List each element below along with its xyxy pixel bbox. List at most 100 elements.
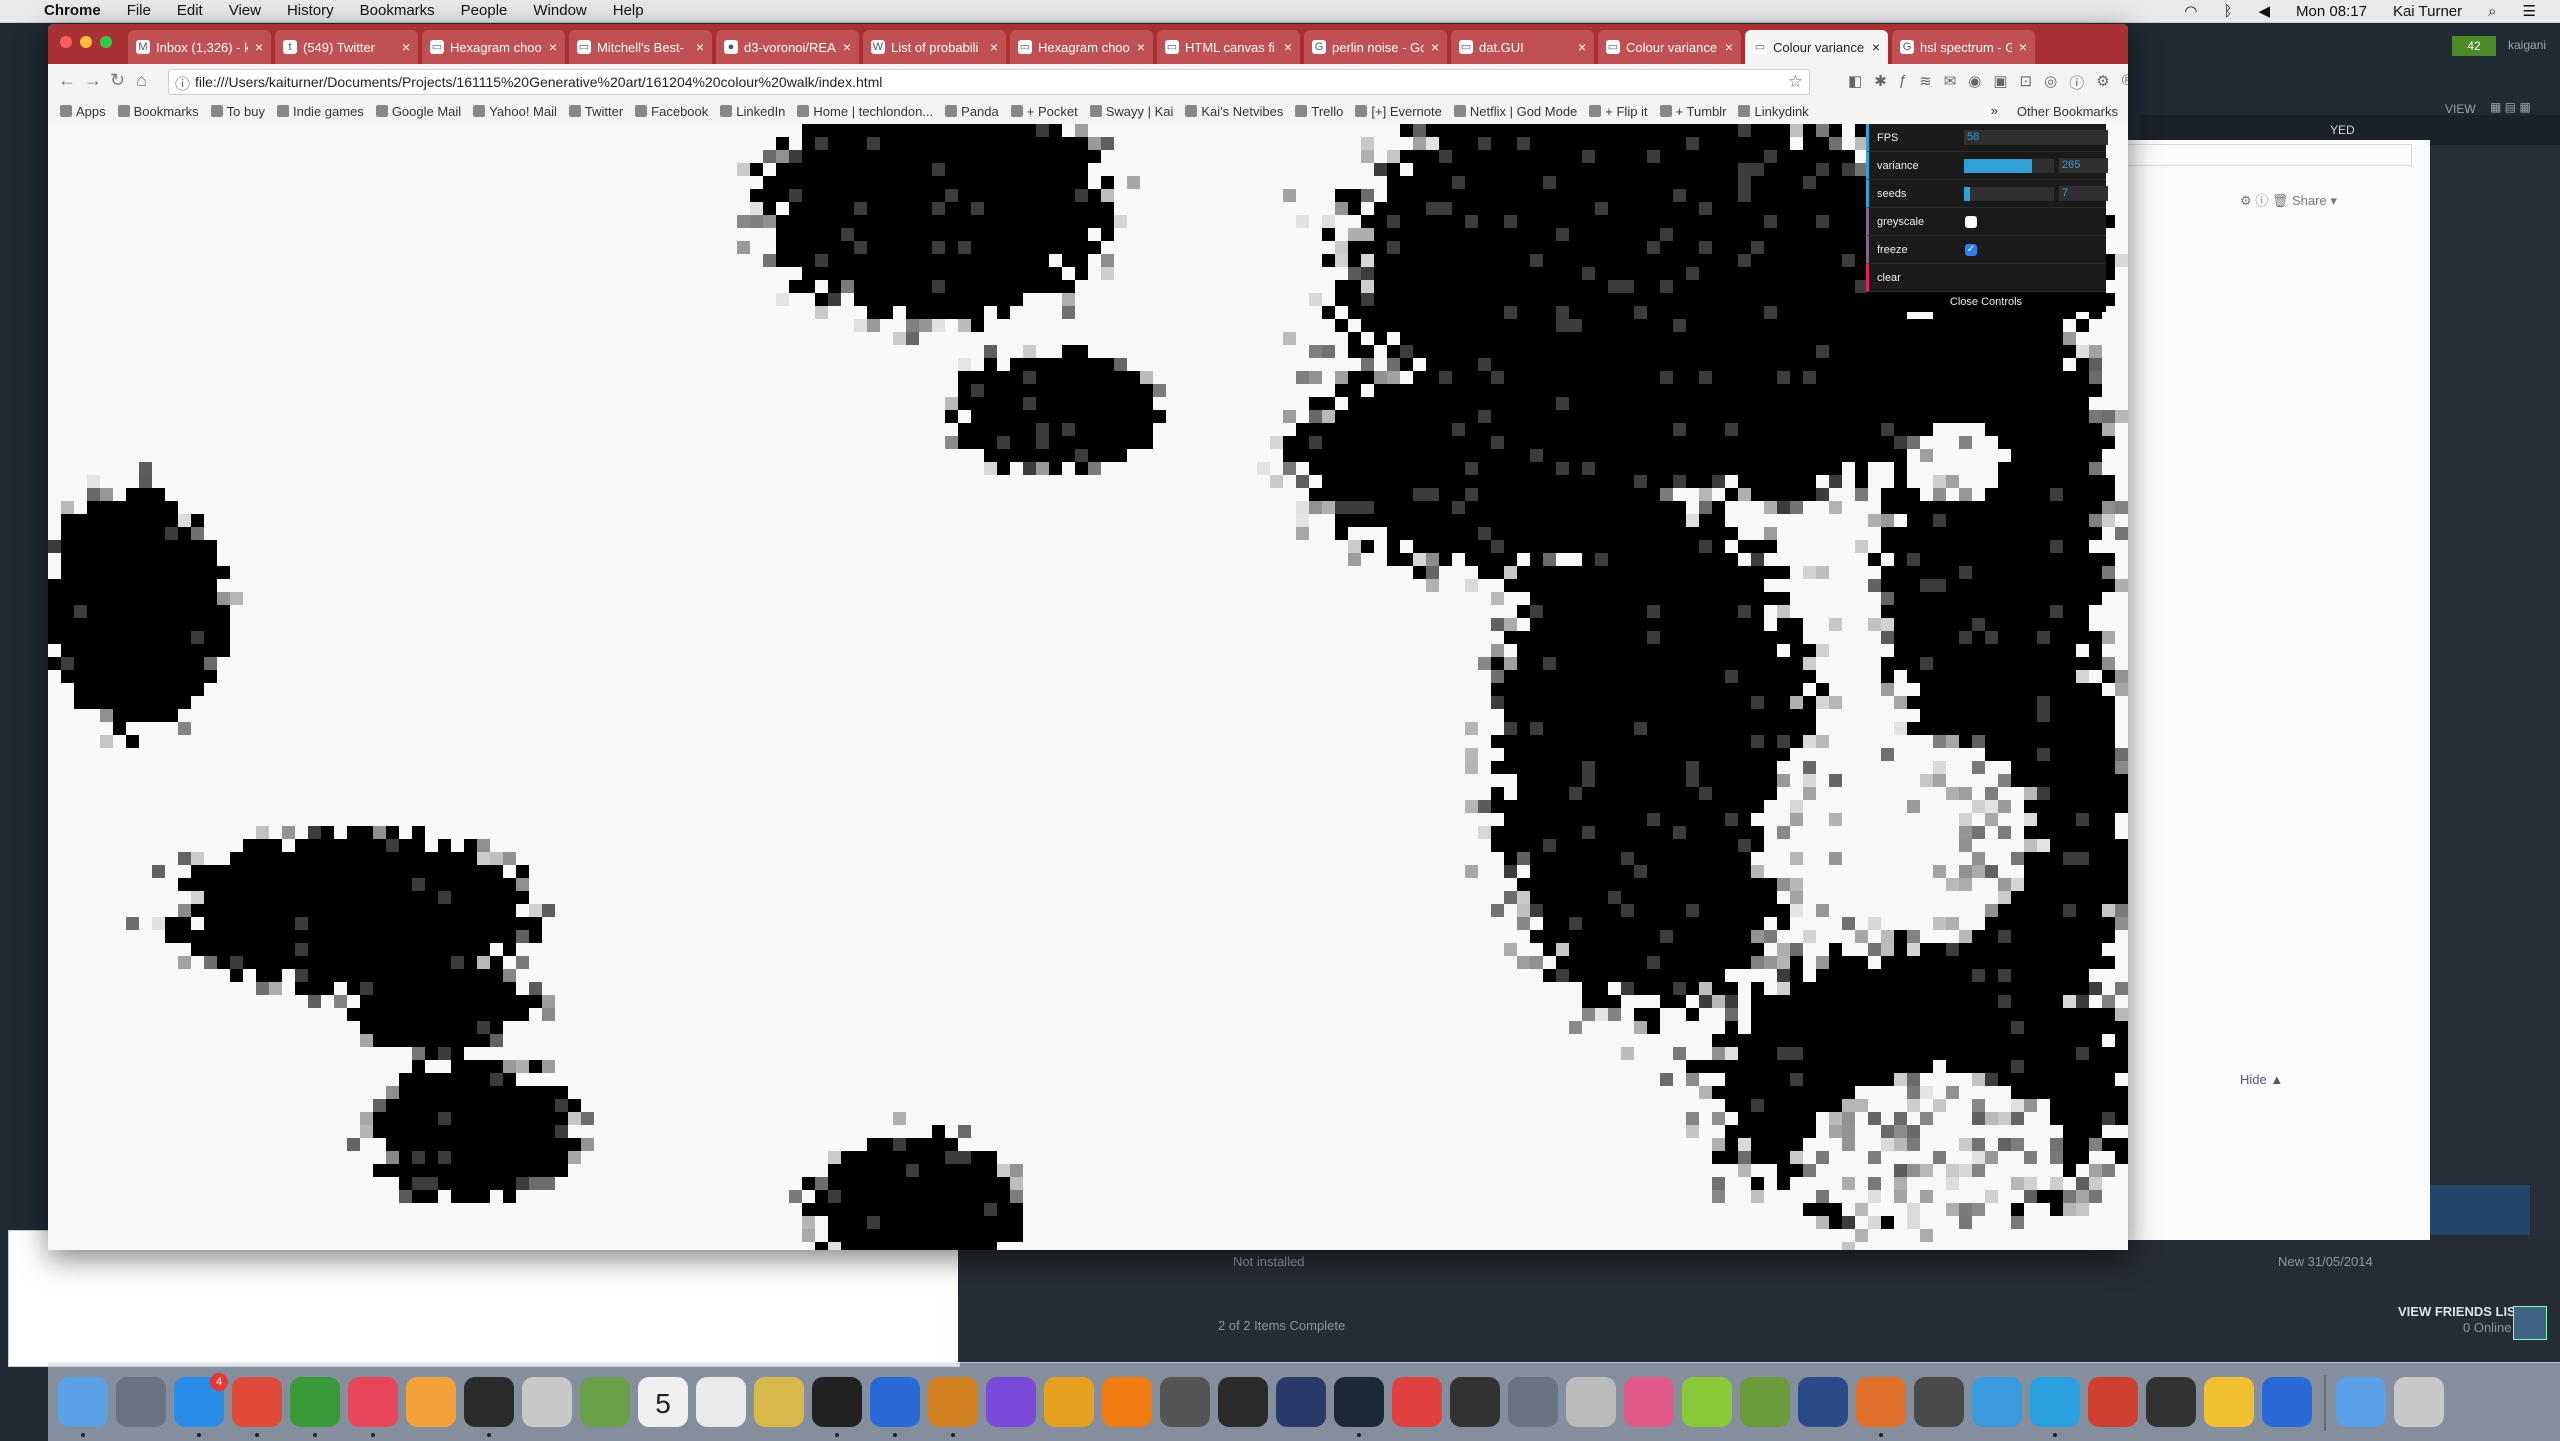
home-icon[interactable]: ⌂ (136, 70, 147, 91)
menu-view[interactable]: View (229, 2, 261, 19)
bookmark-item[interactable]: Trello (1295, 104, 1343, 119)
bookmark-item[interactable]: To buy (211, 104, 265, 119)
forward-icon[interactable]: → (84, 70, 102, 91)
extension-icon[interactable]: ◎ (2044, 72, 2057, 93)
close-tab-icon[interactable]: × (2019, 39, 2027, 55)
bluetooth-icon[interactable]: ᛒ (2223, 3, 2232, 20)
bookmark-star-icon[interactable]: ☆ (1788, 72, 1803, 92)
menu-edit[interactable]: Edit (177, 2, 203, 19)
browser-tab[interactable]: ▭dat.GUI× (1451, 30, 1594, 64)
bookmark-item[interactable]: + Flip it (1589, 104, 1647, 119)
browser-tab[interactable]: ▭HTML canvas fi× (1157, 30, 1300, 64)
browser-tab[interactable]: ▭Hexagram choo× (1010, 30, 1153, 64)
bookmark-item[interactable]: LinkedIn (720, 104, 785, 119)
view-friends-list[interactable]: VIEW FRIENDS LIST (2398, 1304, 2524, 1319)
address-bar[interactable]: ⓘ file:///Users/kaiturner/Documents/Proj… (168, 69, 1810, 95)
bookmark-item[interactable]: Kai's Netvibes (1185, 104, 1283, 119)
bookmark-item[interactable]: Linkydink (1738, 104, 1808, 119)
bookmarks-overflow-icon[interactable]: » (1991, 103, 1998, 118)
gmail-extension-icon[interactable]: ✉ (1944, 72, 1957, 93)
browser-tab[interactable]: ▭Colour variance× (1745, 30, 1888, 64)
hide-button[interactable]: Hide ▲ (2240, 1072, 2283, 1087)
menu-file[interactable]: File (127, 2, 151, 19)
bookmark-item[interactable]: Apps (60, 104, 106, 119)
bookmark-item[interactable]: Facebook (635, 104, 708, 119)
minimize-window-icon[interactable] (80, 36, 92, 48)
browser-tab[interactable]: ●d3-voronoi/REA× (716, 30, 859, 64)
menu-window[interactable]: Window (533, 2, 586, 19)
browser-tab[interactable]: ▭Mitchell's Best-× (569, 30, 712, 64)
bookmark-item[interactable]: Swayy | Kai (1090, 104, 1174, 119)
bookmark-item[interactable]: Home | techlondon... (797, 104, 933, 119)
bookmark-item[interactable]: Bookmarks (118, 104, 199, 119)
menu-people[interactable]: People (461, 2, 508, 19)
bookmark-item[interactable]: + Tumblr (1660, 104, 1727, 119)
close-tab-icon[interactable]: × (696, 39, 704, 55)
close-tab-icon[interactable]: × (255, 39, 263, 55)
bookmark-item[interactable]: Netflix | God Mode (1454, 104, 1577, 119)
browser-tab[interactable]: MInbox (1,326) - k× (128, 30, 271, 64)
share-button[interactable]: ⚙ ⓘ 🗑 Share ▾ (2240, 190, 2337, 209)
menu-bookmarks[interactable]: Bookmarks (360, 2, 435, 19)
bookmark-item[interactable]: Google Mail (376, 104, 461, 119)
other-bookmarks[interactable]: Other Bookmarks (2017, 104, 2118, 119)
close-tab-icon[interactable]: × (843, 39, 851, 55)
close-tab-icon[interactable]: × (549, 39, 557, 55)
reload-icon[interactable]: ↻ (110, 70, 125, 91)
extension-icon[interactable]: ◉ (1968, 72, 1981, 93)
browser-tab[interactable]: Ghsl spectrum - G× (1892, 30, 2035, 64)
menu-app-name[interactable]: Chrome (44, 2, 101, 19)
clock[interactable]: Mon 08:17 (2296, 3, 2367, 20)
spotlight-icon[interactable]: ⌕ (2488, 3, 2496, 20)
browser-tab[interactable]: Gperlin noise - Go× (1304, 30, 1447, 64)
user-name[interactable]: Kai Turner (2393, 3, 2462, 20)
download-status[interactable]: 2 of 2 Items Complete (1218, 1318, 1345, 1333)
bookmark-item[interactable]: Panda (945, 104, 999, 119)
extension-icon[interactable]: ≋ (1919, 72, 1932, 93)
browser-tab[interactable]: WList of probabili× (863, 30, 1006, 64)
volume-icon[interactable]: ◀︎ (2259, 2, 2271, 20)
zoom-window-icon[interactable] (100, 36, 112, 48)
bookmark-item[interactable]: Indie games (277, 104, 364, 119)
close-window-icon[interactable] (60, 36, 72, 48)
browser-tab[interactable]: ▭Hexagram choo× (422, 30, 565, 64)
close-tab-icon[interactable]: × (402, 39, 410, 55)
extension-icon[interactable]: ƒ (1899, 72, 1907, 93)
steam-count-badge[interactable]: 42 (2452, 36, 2496, 56)
address-url[interactable]: file:///Users/kaiturner/Documents/Projec… (195, 74, 882, 90)
notification-center-icon[interactable]: ☰ (2523, 2, 2536, 20)
browser-tab[interactable]: ▭Colour variance× (1598, 30, 1741, 64)
extension-icon[interactable]: ✱ (1874, 72, 1887, 93)
selected-row[interactable] (2430, 1185, 2530, 1235)
back-icon[interactable]: ← (58, 70, 76, 91)
close-tab-icon[interactable]: × (1872, 39, 1880, 55)
bookmark-item[interactable]: Yahoo! Mail (473, 104, 557, 119)
detail-search-bar[interactable] (2120, 144, 2412, 166)
grid-view-icon[interactable]: ▦ ▤ ▦ (2490, 100, 2531, 114)
info-icon[interactable]: ⓘ (175, 73, 190, 94)
menu-history[interactable]: History (287, 2, 334, 19)
close-tab-icon[interactable]: × (1284, 39, 1292, 55)
close-tab-icon[interactable]: × (1578, 39, 1586, 55)
pinterest-icon[interactable]: ℗ (2122, 72, 2128, 93)
bookmark-item[interactable]: [+] Evernote (1355, 104, 1441, 119)
extension-icon[interactable]: ⚙ (2096, 72, 2109, 93)
bookmark-item[interactable]: + Pocket (1011, 104, 1078, 119)
extension-icon[interactable]: ⊡ (2020, 72, 2033, 93)
extension-icon[interactable]: ⓘ (2069, 72, 2084, 93)
extension-icon[interactable]: ▣ (1993, 72, 2007, 93)
avatar[interactable] (2513, 1306, 2547, 1340)
canvas-pixel (1608, 254, 1621, 267)
extension-icon[interactable]: ◧ (1848, 72, 1862, 93)
close-tab-icon[interactable]: × (1431, 39, 1439, 55)
close-tab-icon[interactable]: × (990, 39, 998, 55)
browser-tab[interactable]: t(549) Twitter× (275, 30, 418, 64)
close-tab-icon[interactable]: × (1725, 39, 1733, 55)
canvas-pixel (2037, 449, 2050, 462)
generative-canvas[interactable] (48, 124, 2128, 1250)
bookmark-item[interactable]: Twitter (569, 104, 623, 119)
close-tab-icon[interactable]: × (1137, 39, 1145, 55)
wifi-icon[interactable]: ◠ (2184, 2, 2197, 20)
steam-username[interactable]: kaigani (2508, 38, 2546, 52)
menu-help[interactable]: Help (613, 2, 644, 19)
